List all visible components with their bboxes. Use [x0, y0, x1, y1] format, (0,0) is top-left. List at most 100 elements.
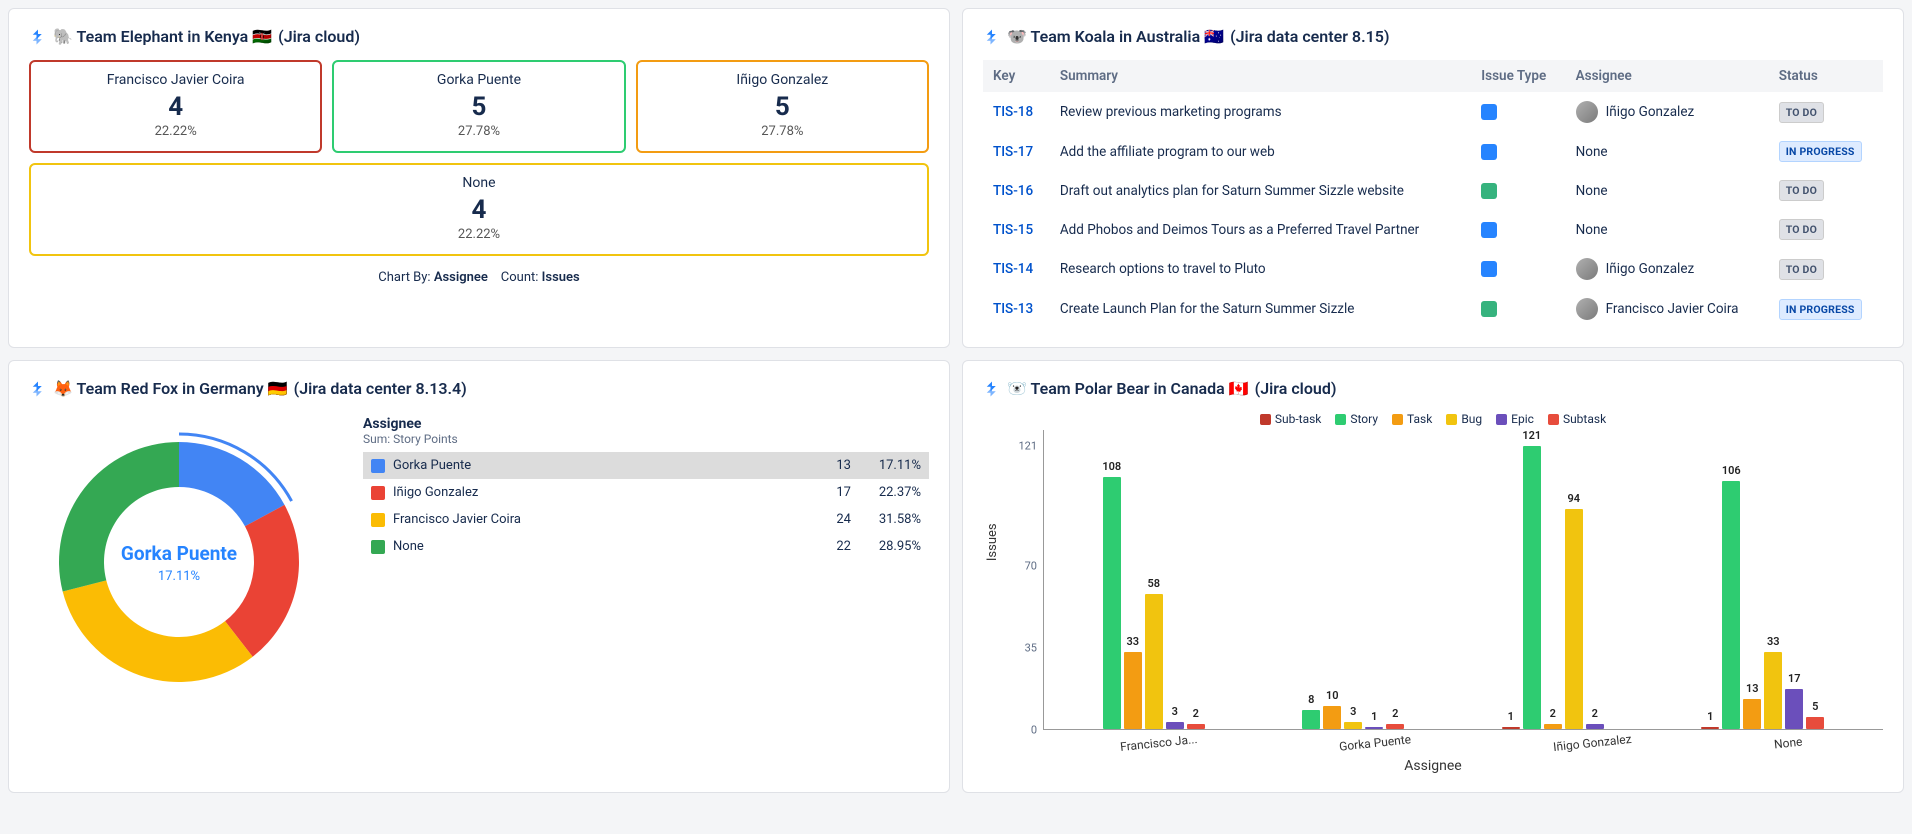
table-row[interactable]: TIS-17Add the affiliate program to our w…	[983, 132, 1883, 171]
bar-value: 10	[1326, 689, 1339, 702]
bar-value: 58	[1147, 577, 1160, 590]
bar[interactable]: 13	[1743, 699, 1761, 729]
issue-key-link[interactable]: TIS-13	[993, 301, 1033, 317]
bar[interactable]: 3	[1344, 722, 1362, 729]
col-assignee[interactable]: Assignee	[1566, 60, 1769, 92]
bar[interactable]: 33	[1124, 652, 1142, 729]
legend-item[interactable]: Subtask	[1548, 412, 1606, 426]
bar-value: 2	[1550, 707, 1556, 720]
status-badge: TO DO	[1779, 219, 1824, 240]
bar[interactable]: 106	[1722, 481, 1740, 729]
panel-title: 🐻‍❄️ Team Polar Bear in Canada 🇨🇦 (Jira …	[983, 379, 1883, 398]
issue-type-icon	[1481, 301, 1497, 317]
table-row[interactable]: TIS-16 Draft out analytics plan for Satur…	[983, 171, 1883, 210]
bar[interactable]: 2	[1386, 724, 1404, 729]
donut-chart[interactable]: Gorka Puente 17.11%	[29, 412, 329, 712]
table-row[interactable]: TIS-15 Add Phobos and Deimos Tours as a P…	[983, 210, 1883, 249]
bar[interactable]: 2	[1586, 724, 1604, 729]
bar[interactable]: 10	[1323, 706, 1341, 729]
donut-slice[interactable]	[225, 505, 299, 657]
legend-item[interactable]: Sub-task	[1260, 412, 1322, 426]
table-row[interactable]: TIS-14Research options to travel to Plut…	[983, 249, 1883, 289]
bar-group: 810312	[1302, 430, 1404, 729]
table-row[interactable]: TIS-18Review previous marketing programs…	[983, 92, 1883, 132]
issue-type-icon	[1481, 183, 1497, 199]
bar[interactable]: 1	[1502, 727, 1520, 729]
y-tick: 70	[1025, 559, 1037, 572]
legend-row[interactable]: Gorka Puente1317.11%	[363, 452, 929, 479]
bar-chart[interactable]: Issues 03570121 108335832810312112129421…	[983, 430, 1883, 730]
donut-slice[interactable]	[63, 580, 253, 682]
bar[interactable]: 5	[1806, 717, 1824, 729]
bar-value: 106	[1722, 464, 1741, 477]
legend-pct: 31.58%	[851, 512, 921, 527]
issue-type-icon	[1481, 144, 1497, 160]
legend-item[interactable]: Bug	[1446, 412, 1482, 426]
legend-name: Gorka Puente	[393, 458, 791, 473]
legend-subtitle: Sum: Story Points	[363, 432, 929, 446]
col-status[interactable]: Status	[1769, 60, 1883, 92]
bar-value: 121	[1522, 429, 1541, 442]
legend-row[interactable]: Iñigo Gonzalez1722.37%	[363, 479, 929, 506]
stat-card[interactable]: Gorka Puente527.78%	[332, 60, 625, 153]
legend-label: Task	[1407, 412, 1432, 426]
col-key[interactable]: Key	[983, 60, 1050, 92]
issue-key-link[interactable]: TIS-15	[993, 222, 1033, 238]
title-text: 🐘 Team Elephant in Kenya 🇰🇪	[53, 27, 272, 46]
issues-table: Key Summary Issue Type Assignee Status T…	[983, 60, 1883, 329]
legend-row[interactable]: None2228.95%	[363, 533, 929, 560]
issue-key-link[interactable]: TIS-17	[993, 144, 1033, 160]
legend-pct: 17.11%	[851, 458, 921, 473]
bar[interactable]: 108	[1103, 477, 1121, 729]
bar[interactable]: 2	[1187, 724, 1205, 729]
title-suffix: (Jira cloud)	[278, 27, 360, 46]
stat-pct: 27.78%	[342, 124, 615, 139]
bar[interactable]: 17	[1785, 689, 1803, 729]
donut-legend: Assignee Sum: Story Points Gorka Puente1…	[363, 416, 929, 560]
legend-item[interactable]: Story	[1335, 412, 1378, 426]
legend-swatch	[1335, 414, 1346, 425]
jira-icon	[983, 28, 1001, 46]
legend-pct: 22.37%	[851, 485, 921, 500]
bar[interactable]: 1	[1701, 727, 1719, 729]
legend-pct: 28.95%	[851, 539, 921, 554]
issue-key-link[interactable]: TIS-18	[993, 104, 1033, 120]
bar[interactable]: 94	[1565, 509, 1583, 729]
bar[interactable]: 8	[1302, 710, 1320, 729]
bar-value: 5	[1812, 700, 1818, 713]
stat-card[interactable]: None422.22%	[29, 163, 929, 256]
assignee-name: Iñigo Gonzalez	[1606, 104, 1695, 120]
bar[interactable]: 121	[1523, 446, 1541, 729]
issue-summary: Create Launch Plan for the Saturn Summer…	[1050, 289, 1471, 329]
title-suffix: (Jira data center 8.15)	[1230, 27, 1389, 46]
legend-item[interactable]: Task	[1392, 412, 1432, 426]
issue-summary: Add Phobos and Deimos Tours as a Preferr…	[1050, 210, 1471, 249]
col-summary[interactable]: Summary	[1050, 60, 1471, 92]
stat-card[interactable]: Iñigo Gonzalez527.78%	[636, 60, 929, 153]
table-row[interactable]: TIS-13 Create Launch Plan for the Saturn …	[983, 289, 1883, 329]
bar[interactable]: 1	[1365, 727, 1383, 729]
issue-key-link[interactable]: TIS-16	[993, 183, 1033, 199]
y-axis-label: Issues	[985, 523, 1000, 561]
issue-key-link[interactable]: TIS-14	[993, 261, 1033, 277]
issue-summary: Draft out analytics plan for Saturn Summ…	[1050, 171, 1471, 210]
legend-swatch	[1496, 414, 1507, 425]
jira-icon	[983, 380, 1001, 398]
col-type[interactable]: Issue Type	[1471, 60, 1565, 92]
legend-points: 13	[791, 458, 851, 473]
bar[interactable]: 33	[1764, 652, 1782, 729]
assignee-name: None	[1576, 183, 1608, 199]
title-text: 🦊 Team Red Fox in Germany 🇩🇪	[53, 379, 288, 398]
legend-label: Bug	[1461, 412, 1482, 426]
legend-points: 22	[791, 539, 851, 554]
legend-swatch	[1260, 414, 1271, 425]
legend-row[interactable]: Francisco Javier Coira2431.58%	[363, 506, 929, 533]
title-suffix: (Jira data center 8.13.4)	[294, 379, 467, 398]
bar[interactable]: 3	[1166, 722, 1184, 729]
stat-name: Francisco Javier Coira	[39, 72, 312, 88]
stat-card[interactable]: Francisco Javier Coira422.22%	[29, 60, 322, 153]
legend-item[interactable]: Epic	[1496, 412, 1534, 426]
bar[interactable]: 58	[1145, 594, 1163, 729]
bar[interactable]: 2	[1544, 724, 1562, 729]
bar-value: 2	[1592, 707, 1598, 720]
